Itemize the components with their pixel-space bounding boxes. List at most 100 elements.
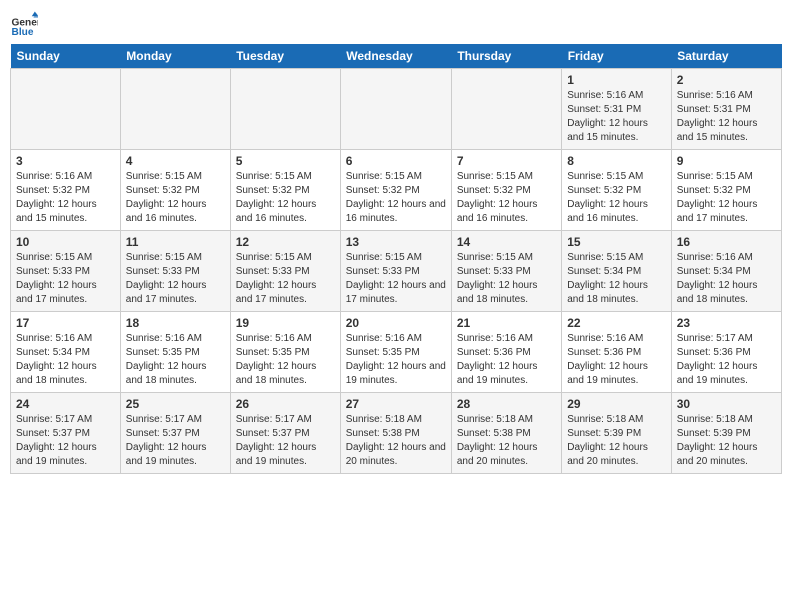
calendar-cell: 19Sunrise: 5:16 AM Sunset: 5:35 PM Dayli… — [230, 312, 340, 393]
calendar-cell: 27 Sunrise: 5:18 AM Sunset: 5:38 PM Dayli… — [340, 393, 451, 474]
day-detail: Sunrise: 5:17 AM Sunset: 5:37 PM Dayligh… — [236, 413, 335, 469]
calendar-cell: 18Sunrise: 5:16 AM Sunset: 5:35 PM Dayli… — [120, 312, 230, 393]
day-detail: Sunrise: 5:17 AM Sunset: 5:36 PM Dayligh… — [677, 332, 776, 388]
calendar-cell — [340, 69, 451, 150]
day-number: 24 — [16, 397, 115, 411]
day-detail: Sunrise: 5:15 AM Sunset: 5:33 PM Dayligh… — [126, 251, 225, 307]
calendar-cell: 16 Sunrise: 5:16 AM Sunset: 5:34 PM Dayli… — [671, 231, 781, 312]
day-number: 17 — [16, 316, 115, 330]
day-number: 12 — [236, 235, 335, 249]
day-detail: Sunrise: 5:16 AM Sunset: 5:35 PM Dayligh… — [126, 332, 225, 388]
day-number: 9 — [677, 154, 776, 168]
page-header: General Blue — [10, 10, 782, 38]
day-detail: Sunrise: 5:15 AM Sunset: 5:33 PM Dayligh… — [346, 251, 446, 307]
day-number: 11 — [126, 235, 225, 249]
logo-icon: General Blue — [10, 10, 38, 38]
day-number: 16 — [677, 235, 776, 249]
day-detail: Sunrise: 5:15 AM Sunset: 5:32 PM Dayligh… — [677, 170, 776, 226]
day-number: 27 — [346, 397, 446, 411]
calendar-cell: 7 Sunrise: 5:15 AM Sunset: 5:32 PM Daylig… — [451, 150, 561, 231]
day-number: 5 — [236, 154, 335, 168]
calendar-cell: 9 Sunrise: 5:15 AM Sunset: 5:32 PM Daylig… — [671, 150, 781, 231]
calendar-cell: 22 Sunrise: 5:16 AM Sunset: 5:36 PM Dayli… — [562, 312, 672, 393]
calendar-cell: 21 Sunrise: 5:16 AM Sunset: 5:36 PM Dayli… — [451, 312, 561, 393]
calendar-week-row: 1 Sunrise: 5:16 AM Sunset: 5:31 PM Daylig… — [11, 69, 782, 150]
calendar-week-row: 24 Sunrise: 5:17 AM Sunset: 5:37 PM Dayli… — [11, 393, 782, 474]
calendar-week-row: 3Sunrise: 5:16 AM Sunset: 5:32 PM Daylig… — [11, 150, 782, 231]
day-number: 22 — [567, 316, 666, 330]
day-detail: Sunrise: 5:16 AM Sunset: 5:34 PM Dayligh… — [677, 251, 776, 307]
day-number: 26 — [236, 397, 335, 411]
day-detail: Sunrise: 5:16 AM Sunset: 5:35 PM Dayligh… — [346, 332, 446, 388]
day-number: 3 — [16, 154, 115, 168]
calendar-cell: 30 Sunrise: 5:18 AM Sunset: 5:39 PM Dayli… — [671, 393, 781, 474]
day-detail: Sunrise: 5:16 AM Sunset: 5:35 PM Dayligh… — [236, 332, 335, 388]
calendar-cell: 17 Sunrise: 5:16 AM Sunset: 5:34 PM Dayli… — [11, 312, 121, 393]
day-number: 29 — [567, 397, 666, 411]
calendar-cell: 29 Sunrise: 5:18 AM Sunset: 5:39 PM Dayli… — [562, 393, 672, 474]
weekday-header-thursday: Thursday — [451, 44, 561, 69]
day-number: 25 — [126, 397, 225, 411]
day-number: 7 — [457, 154, 556, 168]
calendar-cell: 13 Sunrise: 5:15 AM Sunset: 5:33 PM Dayli… — [340, 231, 451, 312]
calendar-cell: 5Sunrise: 5:15 AM Sunset: 5:32 PM Daylig… — [230, 150, 340, 231]
day-number: 14 — [457, 235, 556, 249]
calendar-cell: 10 Sunrise: 5:15 AM Sunset: 5:33 PM Dayli… — [11, 231, 121, 312]
calendar-table: SundayMondayTuesdayWednesdayThursdayFrid… — [10, 44, 782, 474]
calendar-cell — [451, 69, 561, 150]
calendar-cell: 2 Sunrise: 5:16 AM Sunset: 5:31 PM Daylig… — [671, 69, 781, 150]
day-detail: Sunrise: 5:16 AM Sunset: 5:36 PM Dayligh… — [457, 332, 556, 388]
day-detail: Sunrise: 5:16 AM Sunset: 5:36 PM Dayligh… — [567, 332, 666, 388]
calendar-cell — [11, 69, 121, 150]
day-detail: Sunrise: 5:15 AM Sunset: 5:32 PM Dayligh… — [126, 170, 225, 226]
logo: General Blue — [10, 10, 42, 38]
day-detail: Sunrise: 5:18 AM Sunset: 5:38 PM Dayligh… — [346, 413, 446, 469]
calendar-cell: 3Sunrise: 5:16 AM Sunset: 5:32 PM Daylig… — [11, 150, 121, 231]
day-number: 13 — [346, 235, 446, 249]
day-number: 15 — [567, 235, 666, 249]
calendar-cell: 15 Sunrise: 5:15 AM Sunset: 5:34 PM Dayli… — [562, 231, 672, 312]
day-detail: Sunrise: 5:18 AM Sunset: 5:38 PM Dayligh… — [457, 413, 556, 469]
weekday-header-sunday: Sunday — [11, 44, 121, 69]
calendar-cell: 26 Sunrise: 5:17 AM Sunset: 5:37 PM Dayli… — [230, 393, 340, 474]
day-detail: Sunrise: 5:15 AM Sunset: 5:33 PM Dayligh… — [457, 251, 556, 307]
day-detail: Sunrise: 5:16 AM Sunset: 5:34 PM Dayligh… — [16, 332, 115, 388]
calendar-cell — [120, 69, 230, 150]
calendar-cell: 4Sunrise: 5:15 AM Sunset: 5:32 PM Daylig… — [120, 150, 230, 231]
weekday-header-tuesday: Tuesday — [230, 44, 340, 69]
calendar-cell: 25 Sunrise: 5:17 AM Sunset: 5:37 PM Dayli… — [120, 393, 230, 474]
calendar-cell: 11 Sunrise: 5:15 AM Sunset: 5:33 PM Dayli… — [120, 231, 230, 312]
calendar-cell: 20 Sunrise: 5:16 AM Sunset: 5:35 PM Dayli… — [340, 312, 451, 393]
calendar-cell — [230, 69, 340, 150]
day-detail: Sunrise: 5:15 AM Sunset: 5:32 PM Dayligh… — [457, 170, 556, 226]
weekday-header-saturday: Saturday — [671, 44, 781, 69]
day-number: 30 — [677, 397, 776, 411]
day-detail: Sunrise: 5:15 AM Sunset: 5:34 PM Dayligh… — [567, 251, 666, 307]
weekday-header-friday: Friday — [562, 44, 672, 69]
day-number: 1 — [567, 73, 666, 87]
day-detail: Sunrise: 5:16 AM Sunset: 5:31 PM Dayligh… — [677, 89, 776, 145]
day-detail: Sunrise: 5:18 AM Sunset: 5:39 PM Dayligh… — [567, 413, 666, 469]
day-detail: Sunrise: 5:15 AM Sunset: 5:33 PM Dayligh… — [16, 251, 115, 307]
day-number: 2 — [677, 73, 776, 87]
day-number: 10 — [16, 235, 115, 249]
day-detail: Sunrise: 5:17 AM Sunset: 5:37 PM Dayligh… — [126, 413, 225, 469]
calendar-week-row: 10 Sunrise: 5:15 AM Sunset: 5:33 PM Dayli… — [11, 231, 782, 312]
calendar-cell: 24Sunrise: 5:17 AM Sunset: 5:37 PM Dayli… — [11, 393, 121, 474]
day-detail: Sunrise: 5:15 AM Sunset: 5:32 PM Dayligh… — [346, 170, 446, 226]
day-detail: Sunrise: 5:18 AM Sunset: 5:39 PM Dayligh… — [677, 413, 776, 469]
calendar-cell: 8 Sunrise: 5:15 AM Sunset: 5:32 PM Daylig… — [562, 150, 672, 231]
day-number: 20 — [346, 316, 446, 330]
calendar-cell: 1Sunrise: 5:16 AM Sunset: 5:31 PM Daylig… — [562, 69, 672, 150]
day-number: 21 — [457, 316, 556, 330]
day-number: 8 — [567, 154, 666, 168]
calendar-cell: 12Sunrise: 5:15 AM Sunset: 5:33 PM Dayli… — [230, 231, 340, 312]
calendar-cell: 28Sunrise: 5:18 AM Sunset: 5:38 PM Dayli… — [451, 393, 561, 474]
calendar-week-row: 17 Sunrise: 5:16 AM Sunset: 5:34 PM Dayli… — [11, 312, 782, 393]
calendar-cell: 6 Sunrise: 5:15 AM Sunset: 5:32 PM Daylig… — [340, 150, 451, 231]
day-detail: Sunrise: 5:15 AM Sunset: 5:32 PM Dayligh… — [567, 170, 666, 226]
day-number: 6 — [346, 154, 446, 168]
calendar-cell: 23Sunrise: 5:17 AM Sunset: 5:36 PM Dayli… — [671, 312, 781, 393]
svg-text:Blue: Blue — [12, 27, 34, 38]
calendar-cell: 14 Sunrise: 5:15 AM Sunset: 5:33 PM Dayli… — [451, 231, 561, 312]
